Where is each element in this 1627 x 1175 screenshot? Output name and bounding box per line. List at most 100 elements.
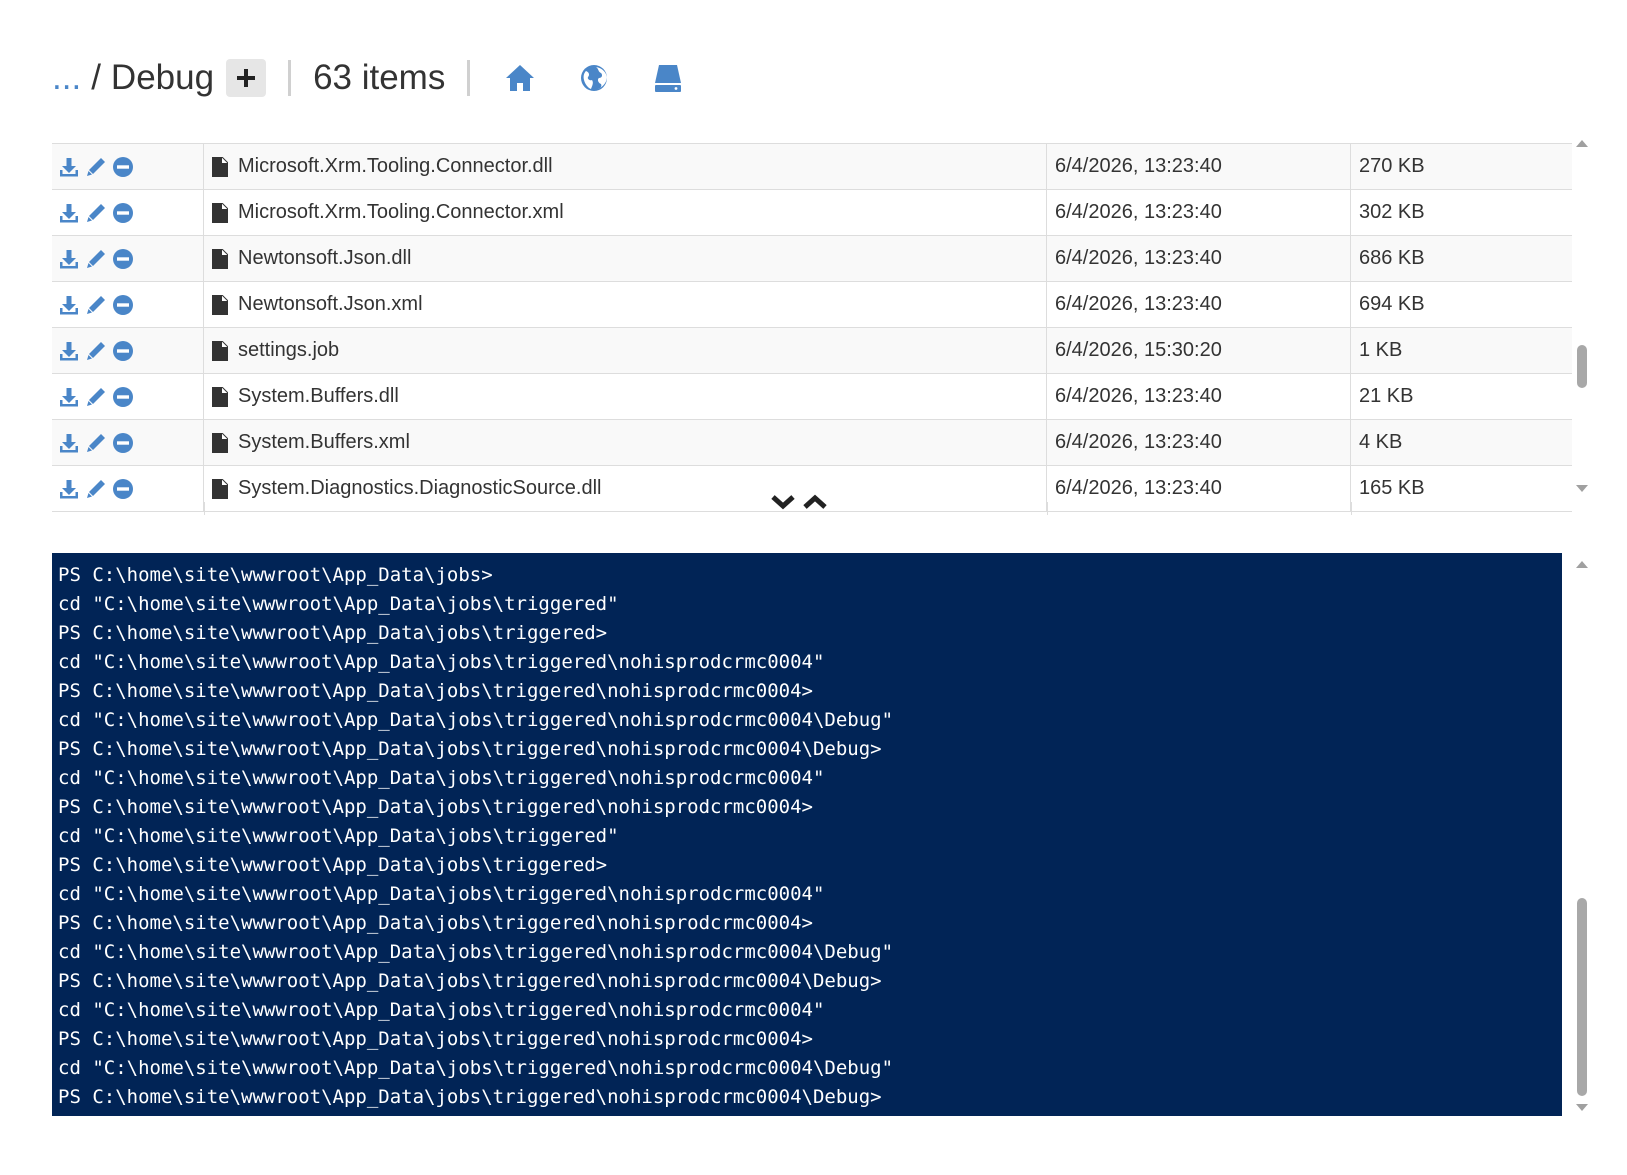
row-actions — [52, 236, 204, 281]
scrollbar-thumb[interactable] — [1577, 898, 1587, 1096]
header-divider — [288, 60, 292, 96]
file-icon — [212, 432, 228, 453]
file-name-cell: Newtonsoft.Json.dll — [204, 236, 1047, 281]
scroll-up-arrow-icon[interactable] — [1574, 557, 1590, 571]
console-line: cd "C:\home\site\wwwroot\App_Data\jobs\t… — [58, 651, 825, 673]
file-modified-cell: 6/4/2026, 13:23:40 — [1047, 420, 1351, 465]
minus-circle-icon[interactable] — [112, 294, 134, 316]
minus-circle-icon[interactable] — [112, 478, 134, 500]
file-name-link[interactable]: System.Buffers.dll — [238, 385, 399, 408]
download-icon[interactable] — [58, 386, 80, 408]
file-modified-cell: 6/4/2026, 13:23:40 — [1047, 190, 1351, 235]
row-actions — [52, 420, 204, 465]
file-modified-cell: 6/4/2026, 13:23:40 — [1047, 144, 1351, 189]
minus-circle-icon[interactable] — [112, 248, 134, 270]
home-button[interactable] — [502, 60, 538, 96]
table-row[interactable]: System.Buffers.xml 6/4/2026, 13:23:40 4 KB — [52, 420, 1572, 466]
breadcrumb-current: Debug — [110, 58, 215, 97]
file-size-cell: 694 KB — [1359, 293, 1425, 315]
pencil-icon[interactable] — [85, 156, 107, 178]
powershell-console[interactable]: PS C:\home\site\wwwroot\App_Data\jobs> cd… — [52, 553, 1562, 1116]
chevron-up-icon[interactable] — [802, 492, 828, 512]
console-line: PS C:\home\site\wwwroot\App_Data\jobs\tr… — [58, 1028, 813, 1050]
file-size-cell: 686 KB — [1359, 247, 1425, 269]
pencil-icon[interactable] — [85, 386, 107, 408]
download-icon[interactable] — [58, 248, 80, 270]
drive-button[interactable] — [650, 60, 686, 96]
pencil-icon[interactable] — [85, 294, 107, 316]
file-name-cell: System.Buffers.dll — [204, 374, 1047, 419]
table-row[interactable]: System.Buffers.dll 6/4/2026, 13:23:40 21 K… — [52, 374, 1572, 420]
console-line: cd "C:\home\site\wwwroot\App_Data\jobs\t… — [58, 767, 825, 789]
console-scrollbar[interactable] — [1574, 553, 1590, 1116]
file-name-cell: System.Buffers.xml — [204, 420, 1047, 465]
table-row[interactable]: Microsoft.Xrm.Tooling.Connector.dll 6/4/2… — [52, 144, 1572, 190]
row-actions — [52, 144, 204, 189]
pencil-icon[interactable] — [85, 202, 107, 224]
items-count: 63 items — [313, 58, 446, 97]
console-line: cd "C:\home\site\wwwroot\App_Data\jobs\t… — [58, 593, 619, 615]
table-row[interactable]: Newtonsoft.Json.xml 6/4/2026, 13:23:40 694… — [52, 282, 1572, 328]
row-actions — [52, 328, 204, 373]
file-name-link[interactable]: System.Diagnostics.DiagnosticSource.dll — [238, 477, 602, 500]
file-modified-cell: 6/4/2026, 13:23:40 — [1047, 282, 1351, 327]
file-icon — [212, 248, 228, 269]
minus-circle-icon[interactable] — [112, 202, 134, 224]
download-icon[interactable] — [58, 432, 80, 454]
minus-circle-icon[interactable] — [112, 432, 134, 454]
pencil-icon[interactable] — [85, 478, 107, 500]
file-name-link[interactable]: Newtonsoft.Json.xml — [238, 293, 423, 316]
table-row[interactable]: Newtonsoft.Json.dll 6/4/2026, 13:23:40 686… — [52, 236, 1572, 282]
file-list-pane: Microsoft.Xrm.Tooling.Connector.dll 6/4/2… — [52, 132, 1572, 515]
home-icon — [506, 65, 535, 91]
row-actions — [52, 190, 204, 235]
minus-circle-icon[interactable] — [112, 386, 134, 408]
scroll-down-arrow-icon[interactable] — [1574, 482, 1590, 496]
console-line: PS C:\home\site\wwwroot\App_Data\jobs\tr… — [58, 680, 813, 702]
globe-icon — [581, 65, 608, 91]
table-row[interactable]: settings.job 6/4/2026, 15:30:20 1 KB — [52, 328, 1572, 374]
file-icon — [212, 156, 228, 177]
minus-circle-icon[interactable] — [112, 156, 134, 178]
console-line: cd "C:\home\site\wwwroot\App_Data\jobs\t… — [58, 709, 894, 731]
breadcrumb-ellipsis-link[interactable]: ... — [52, 58, 81, 98]
file-size-cell: 270 KB — [1359, 155, 1425, 177]
download-icon[interactable] — [58, 294, 80, 316]
file-name-link[interactable]: Microsoft.Xrm.Tooling.Connector.dll — [238, 155, 553, 178]
table-row[interactable]: Microsoft.Xrm.Tooling.Connector.xml 6/4/2… — [52, 190, 1572, 236]
file-size-cell: 21 KB — [1359, 385, 1414, 407]
download-icon[interactable] — [58, 478, 80, 500]
download-icon[interactable] — [58, 202, 80, 224]
pencil-icon[interactable] — [85, 340, 107, 362]
console-line: PS C:\home\site\wwwroot\App_Data\jobs\tr… — [58, 1086, 882, 1108]
globe-button[interactable] — [576, 60, 612, 96]
scroll-up-arrow-icon[interactable] — [1574, 136, 1590, 150]
file-name-link[interactable]: Microsoft.Xrm.Tooling.Connector.xml — [238, 201, 564, 224]
scroll-down-arrow-icon[interactable] — [1574, 1101, 1590, 1115]
scrollbar-thumb[interactable] — [1577, 345, 1587, 388]
file-list-scrollbar[interactable] — [1574, 132, 1590, 502]
file-modified-cell: 6/4/2026, 13:23:40 — [1047, 374, 1351, 419]
header-divider — [467, 60, 471, 96]
pane-resizer — [770, 492, 828, 512]
file-name-link[interactable]: System.Buffers.xml — [238, 431, 410, 454]
chevron-down-icon[interactable] — [770, 492, 796, 512]
file-name-cell: Microsoft.Xrm.Tooling.Connector.dll — [204, 144, 1047, 189]
file-icon — [212, 294, 228, 315]
pencil-icon[interactable] — [85, 248, 107, 270]
download-icon[interactable] — [58, 156, 80, 178]
minus-circle-icon[interactable] — [112, 340, 134, 362]
download-icon[interactable] — [58, 340, 80, 362]
file-name-cell: settings.job — [204, 328, 1047, 373]
file-name-link[interactable]: settings.job — [238, 339, 339, 362]
file-icon — [212, 340, 228, 361]
pencil-icon[interactable] — [85, 432, 107, 454]
row-actions — [52, 374, 204, 419]
explorer-header: ... / Debug 63 items — [52, 50, 1587, 106]
file-name-link[interactable]: Newtonsoft.Json.dll — [238, 247, 411, 270]
console-line: PS C:\home\site\wwwroot\App_Data\jobs\tr… — [58, 738, 882, 760]
file-size-cell: 4 KB — [1359, 431, 1403, 453]
console-line: PS C:\home\site\wwwroot\App_Data\jobs\tr… — [58, 912, 813, 934]
add-button[interactable] — [226, 59, 267, 97]
file-modified-cell: 6/4/2026, 15:30:20 — [1047, 328, 1351, 373]
